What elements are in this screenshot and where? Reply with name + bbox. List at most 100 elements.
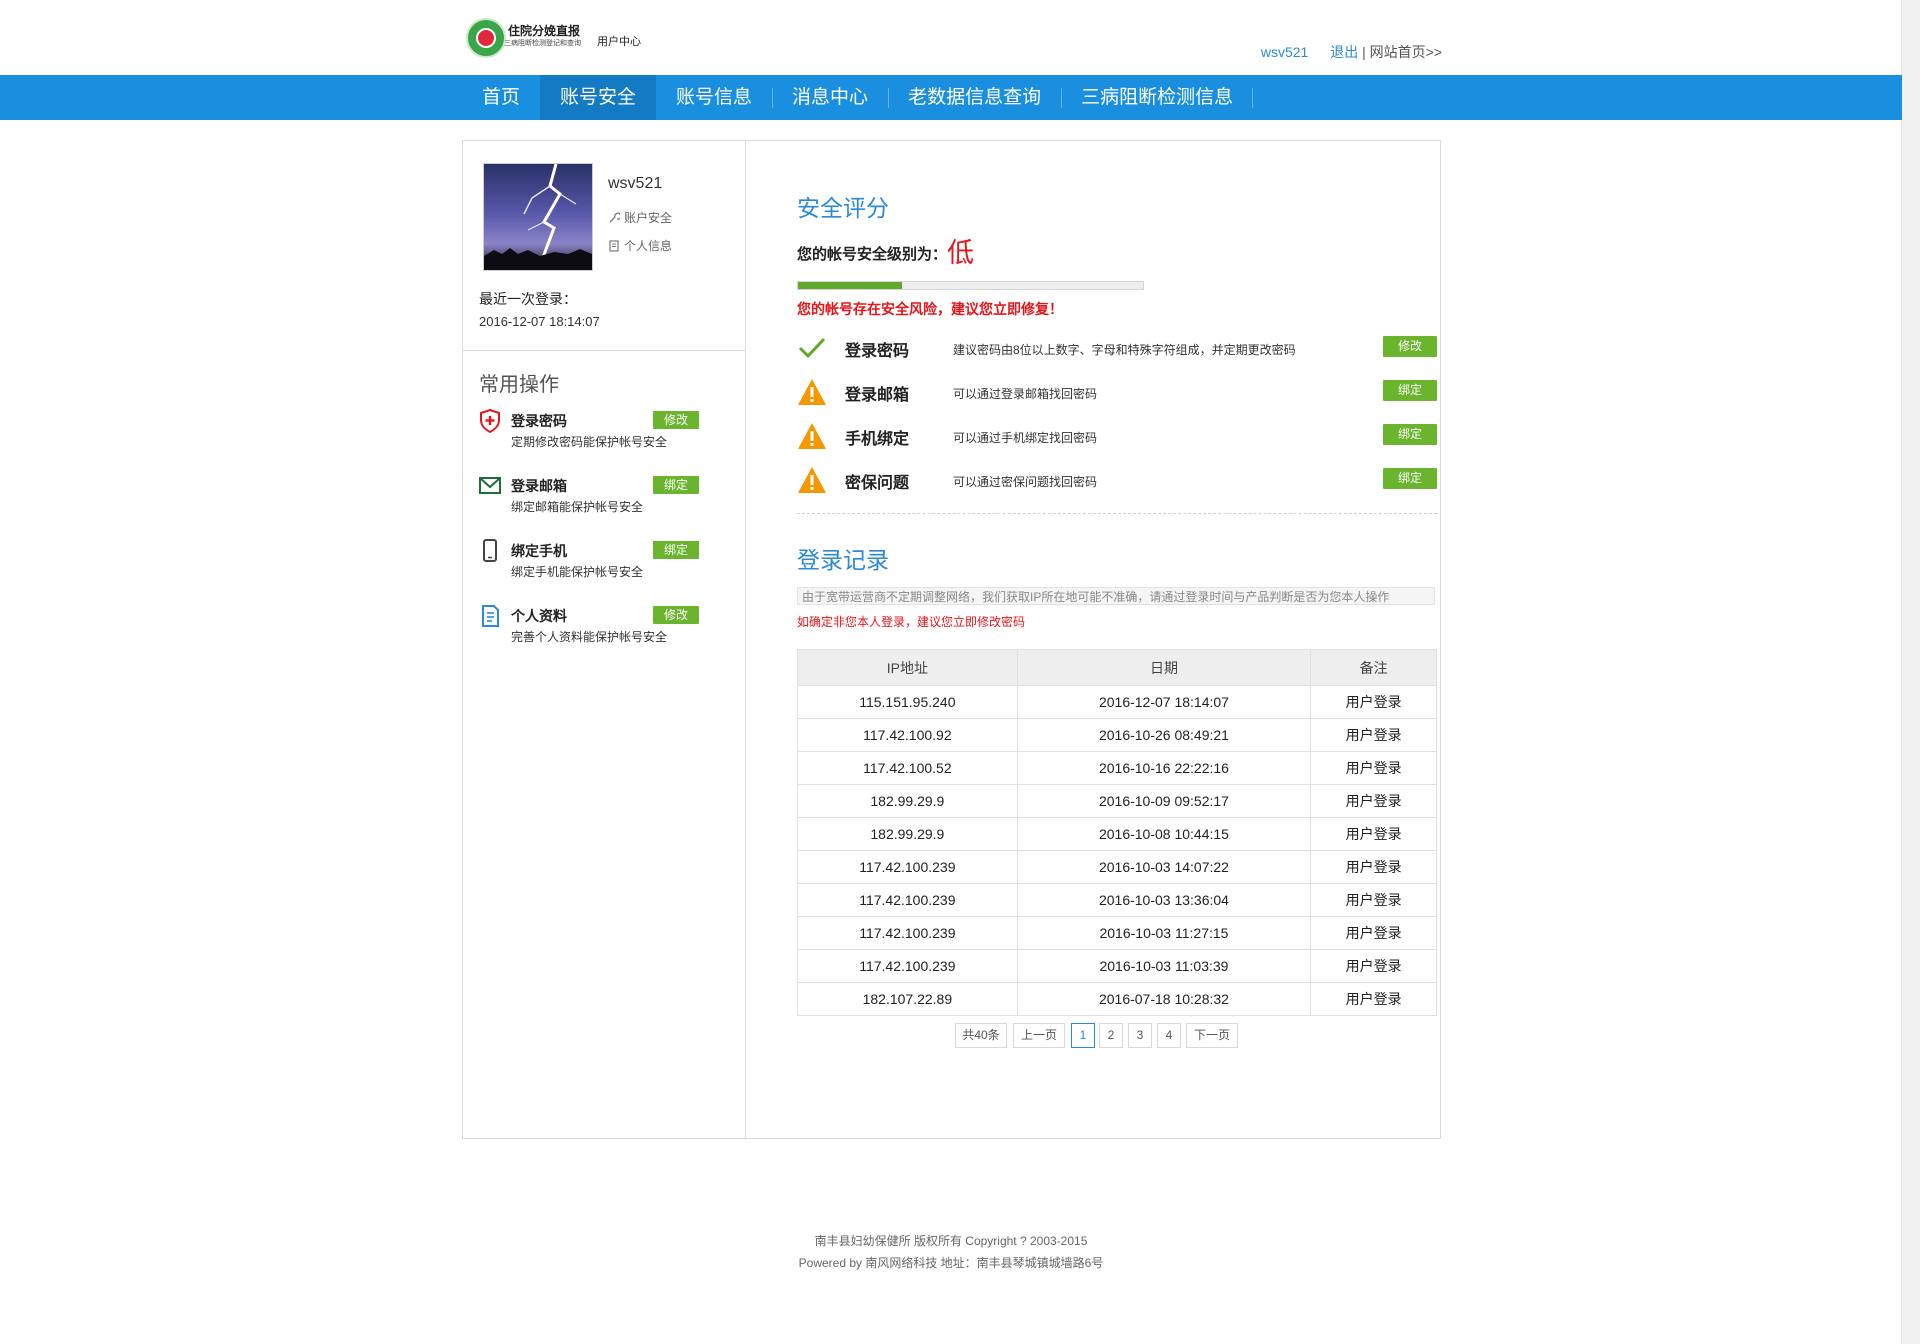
login-log-table: IP地址 日期 备注 115.151.95.240 2016-12-07 18:1… xyxy=(797,649,1437,1016)
nav-message-center[interactable]: 消息中心 xyxy=(772,75,888,120)
main-panel: wsv521 账户安全 个人信息 最近一次登录： 2016-12-07 18:1… xyxy=(462,140,1441,1139)
nav-home[interactable]: 首页 xyxy=(462,75,540,120)
column-header-date: 日期 xyxy=(1016,649,1312,686)
last-login-label: 最近一次登录： xyxy=(479,291,577,307)
cell-remark: 用户登录 xyxy=(1310,883,1437,917)
document-icon xyxy=(482,605,499,627)
logo-subtitle: 三病阻断检测登记和查询 xyxy=(504,40,581,47)
cell-ip: 117.42.100.239 xyxy=(797,916,1018,950)
security-item-desc: 可以通过密保问题找回密码 xyxy=(953,475,1098,489)
security-item-password: 登录密码 建议密码由8位以上数字、字母和特殊字符组成，并定期更改密码 修改 xyxy=(797,333,1437,363)
op-email-bind-button[interactable]: 绑定 xyxy=(653,476,699,494)
op-desc: 完善个人资料能保护帐号安全 xyxy=(511,630,668,644)
site-header: 住院分娩直报 三病阻断检测登记和查询 用户中心 wsv521 退出 | 网站首页… xyxy=(462,0,1442,75)
table-row: 117.42.100.239 2016-10-03 11:27:15 用户登录 xyxy=(797,916,1437,950)
site-logo[interactable] xyxy=(466,18,506,58)
pager-next[interactable]: 下一页 xyxy=(1186,1023,1238,1048)
table-row: 117.42.100.239 2016-10-03 13:36:04 用户登录 xyxy=(797,883,1437,917)
sidebar-link-account-security[interactable]: 账户安全 xyxy=(608,209,672,226)
cell-ip: 117.42.100.239 xyxy=(797,883,1018,917)
pager-total: 共40条 xyxy=(955,1023,1007,1048)
logout-link[interactable]: 退出 xyxy=(1330,44,1358,60)
last-login-time: 2016-12-07 18:14:07 xyxy=(479,314,600,329)
cell-date: 2016-10-09 09:52:17 xyxy=(1016,784,1312,818)
cell-remark: 用户登录 xyxy=(1310,850,1437,884)
pager-prev[interactable]: 上一页 xyxy=(1013,1023,1065,1048)
cell-date: 2016-10-03 11:27:15 xyxy=(1016,916,1312,950)
nav-old-data-query[interactable]: 老数据信息查询 xyxy=(888,75,1061,120)
pager-page-2[interactable]: 2 xyxy=(1099,1023,1123,1048)
table-row: 182.107.22.89 2016-07-18 10:28:32 用户登录 xyxy=(797,982,1437,1016)
cell-remark: 用户登录 xyxy=(1310,718,1437,752)
op-login-password: 登录密码 定期修改密码能保护帐号安全 修改 xyxy=(479,409,729,455)
security-score-title: 安全评分 xyxy=(797,195,889,221)
logo-title: 住院分娩直报 xyxy=(508,24,581,38)
table-row: 117.42.100.239 2016-10-03 11:03:39 用户登录 xyxy=(797,949,1437,983)
cell-remark: 用户登录 xyxy=(1310,916,1437,950)
op-name: 登录邮箱 xyxy=(511,478,567,494)
warning-icon xyxy=(798,423,826,449)
cell-remark: 用户登录 xyxy=(1310,751,1437,785)
security-item-question: 密保问题 可以通过密保问题找回密码 绑定 xyxy=(797,465,1437,495)
column-header-remark: 备注 xyxy=(1310,649,1437,686)
security-item-name: 登录密码 xyxy=(845,343,910,360)
security-password-modify-button[interactable]: 修改 xyxy=(1383,336,1437,357)
sidebar-divider xyxy=(463,350,745,351)
cell-ip: 117.42.100.92 xyxy=(797,718,1018,752)
op-profile-modify-button[interactable]: 修改 xyxy=(653,606,699,624)
op-desc: 绑定手机能保护帐号安全 xyxy=(511,565,644,579)
nav-three-disease-info[interactable]: 三病阻断检测信息 xyxy=(1061,75,1254,120)
footer-copyright: 南丰县妇幼保健所 版权所有 Copyright ? 2003-2015 xyxy=(814,1234,1088,1248)
avatar xyxy=(483,163,593,271)
nav-account-security[interactable]: 账号安全 xyxy=(540,75,657,120)
login-log-notice: 由于宽带运营商不定期调整网络，我们获取IP所在地可能不准确，请通过登录时间与产品… xyxy=(797,587,1435,605)
table-row: 117.42.100.52 2016-10-16 22:22:16 用户登录 xyxy=(797,751,1437,785)
op-name: 个人资料 xyxy=(511,608,567,624)
page-scrollbar[interactable] xyxy=(1901,0,1920,1344)
op-password-modify-button[interactable]: 修改 xyxy=(653,411,699,429)
common-ops-title: 常用操作 xyxy=(479,374,559,396)
security-item-name: 手机绑定 xyxy=(845,431,910,448)
op-phone-bind-button[interactable]: 绑定 xyxy=(653,541,699,559)
note-icon xyxy=(609,240,619,252)
header-username[interactable]: wsv521 xyxy=(1261,44,1308,60)
section-divider xyxy=(797,513,1437,514)
op-login-email: 登录邮箱 绑定邮箱能保护帐号安全 绑定 xyxy=(479,474,729,520)
op-desc: 绑定邮箱能保护帐号安全 xyxy=(511,500,644,514)
account-security-label: 账户安全 xyxy=(624,211,673,225)
security-question-bind-button[interactable]: 绑定 xyxy=(1383,468,1437,489)
security-warning: 您的帐号存在安全风险，建议您立即修复！ xyxy=(797,301,1063,317)
security-email-bind-button[interactable]: 绑定 xyxy=(1383,380,1437,401)
wrench-icon xyxy=(609,212,620,223)
cell-date: 2016-12-07 18:14:07 xyxy=(1016,685,1312,719)
footer-powered: Powered by 南风网络科技 地址：南丰县琴城镇城墙路6号 xyxy=(798,1256,1104,1270)
warning-icon xyxy=(798,379,826,405)
sidebar: wsv521 账户安全 个人信息 最近一次登录： 2016-12-07 18:1… xyxy=(463,141,746,1138)
security-phone-bind-button[interactable]: 绑定 xyxy=(1383,424,1437,445)
check-icon xyxy=(798,337,826,359)
cell-date: 2016-07-18 10:28:32 xyxy=(1016,982,1312,1016)
login-log-warning: 如确定非您本人登录，建议您立即修改密码 xyxy=(797,615,1026,629)
lightning-image xyxy=(484,164,592,270)
pager-page-4[interactable]: 4 xyxy=(1157,1023,1181,1048)
cell-date: 2016-10-03 13:36:04 xyxy=(1016,883,1312,917)
pager-page-1[interactable]: 1 xyxy=(1071,1023,1095,1048)
pager-page-3[interactable]: 3 xyxy=(1128,1023,1152,1048)
security-level-value: 低 xyxy=(947,238,975,268)
phone-icon xyxy=(483,539,497,562)
cell-ip: 182.107.22.89 xyxy=(797,982,1018,1016)
security-item-name: 登录邮箱 xyxy=(845,387,910,404)
sidebar-link-personal-info[interactable]: 个人信息 xyxy=(608,237,672,254)
user-center-label: 用户中心 xyxy=(597,36,641,48)
op-personal-profile: 个人资料 完善个人资料能保护帐号安全 修改 xyxy=(479,604,729,650)
nav-account-info[interactable]: 账号信息 xyxy=(656,75,772,120)
home-link[interactable]: 网站首页>> xyxy=(1370,44,1442,60)
pagination: 共40条 上一页 1 2 3 4 下一页 xyxy=(781,1023,1421,1048)
security-item-desc: 可以通过登录邮箱找回密码 xyxy=(953,387,1098,401)
cell-ip: 115.151.95.240 xyxy=(797,685,1018,719)
cell-date: 2016-10-16 22:22:16 xyxy=(1016,751,1312,785)
cell-ip: 182.99.29.9 xyxy=(797,817,1018,851)
table-row: 182.99.29.9 2016-10-09 09:52:17 用户登录 xyxy=(797,784,1437,818)
cell-remark: 用户登录 xyxy=(1310,817,1437,851)
security-level-label: 您的帐号安全级别为： xyxy=(797,246,948,263)
